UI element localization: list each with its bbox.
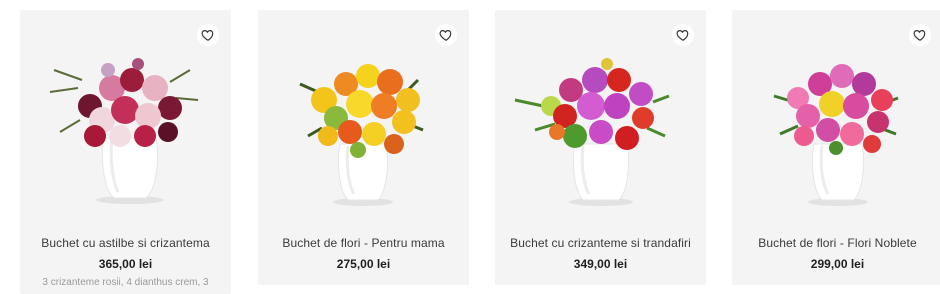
product-price: 275,00 lei: [336, 257, 391, 271]
product-price: 349,00 lei: [573, 257, 628, 271]
product-image[interactable]: [20, 40, 231, 210]
product-title[interactable]: Buchet de flori - Flori Noblete: [732, 236, 940, 250]
product-image[interactable]: [258, 40, 469, 210]
product-grid: Buchet cu astilbe si crizantema 365,00 l…: [20, 10, 940, 294]
product-image[interactable]: [495, 40, 706, 210]
product-image[interactable]: [732, 40, 940, 210]
product-card[interactable]: Buchet de flori - Flori Noblete 299,00 l…: [732, 10, 940, 285]
product-card[interactable]: Buchet cu astilbe si crizantema 365,00 l…: [20, 10, 231, 294]
product-price: 299,00 lei: [810, 257, 865, 271]
product-title[interactable]: Buchet de flori - Pentru mama: [258, 236, 469, 250]
product-description: 3 crizanteme rosii, 4 dianthus crem, 3: [42, 277, 209, 288]
product-price: 365,00 lei: [98, 257, 153, 271]
product-title[interactable]: Buchet cu crizanteme si trandafiri: [495, 236, 706, 250]
product-title[interactable]: Buchet cu astilbe si crizantema: [20, 236, 231, 250]
product-card[interactable]: Buchet de flori - Pentru mama 275,00 lei: [258, 10, 469, 285]
product-card[interactable]: Buchet cu crizanteme si trandafiri 349,0…: [495, 10, 706, 285]
